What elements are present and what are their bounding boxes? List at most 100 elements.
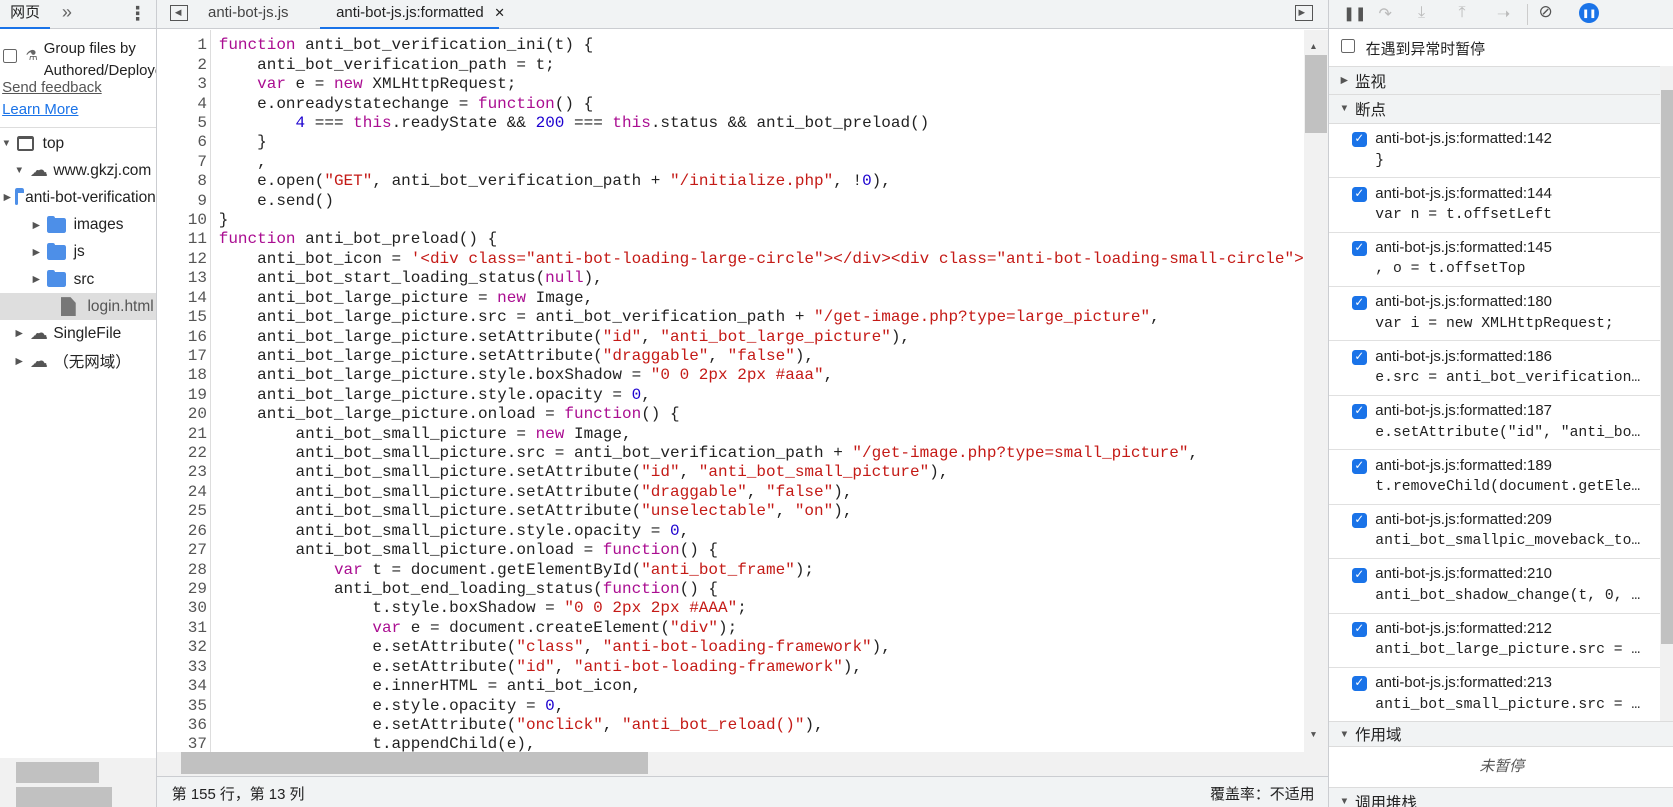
tree-item[interactable]: ▶ images (0, 212, 156, 239)
breakpoint-item[interactable]: ✓ anti-bot-js.js:formatted:142} (1329, 124, 1661, 179)
line-text: function anti_bot_verification_ini(t) { (219, 36, 593, 55)
group-files-checkbox[interactable] (3, 49, 18, 63)
scrollbar-thumb[interactable] (181, 752, 648, 774)
code-token: anti_bot_small_picture.setAttribute( (218, 482, 642, 501)
line-number: 35 (187, 696, 207, 715)
vertical-scrollbar[interactable]: ▲ ▼ (1303, 29, 1329, 753)
line-number: 29 (187, 580, 207, 598)
breakpoint-checkbox[interactable]: ✓ (1351, 622, 1367, 637)
line-text: t.style.boxShadow = "0 0 2px 2px #AAA"; (219, 599, 746, 618)
menu-icon[interactable]: ⋮ (128, 2, 147, 26)
sidebar-scrollbar[interactable] (1660, 66, 1673, 722)
breakpoint-item[interactable]: ✓ anti-bot-js.js:formatted:144 var n = t.o… (1329, 178, 1661, 233)
code-token: this (612, 113, 651, 132)
tree-item[interactable]: ▼ top (0, 130, 156, 157)
code-token: e = (285, 75, 334, 94)
close-icon[interactable]: ✕ (494, 5, 505, 20)
expand-arrow-icon[interactable]: ▶ (30, 247, 43, 258)
line-text: e.style.opacity = 0, (219, 697, 564, 716)
tab-page[interactable]: 网页 (0, 0, 51, 29)
scrollbar-thumb[interactable] (1304, 55, 1328, 134)
line-text: 4 === this.readyState && 200 === this.st… (219, 114, 930, 133)
send-feedback-link[interactable]: Send feedback (2, 79, 102, 96)
tree-item[interactable]: ▼ ☁ www.gkzj.com (0, 157, 156, 184)
pause-on-exceptions-checkbox[interactable] (1341, 39, 1355, 54)
code-content[interactable]: 1 function anti_bot_verification_ini(t) {… (157, 36, 1304, 752)
line-text: t.appendChild(e), (219, 735, 535, 752)
watch-section-header[interactable]: ▶ 监视 (1329, 66, 1661, 95)
line-text: anti_bot_small_picture.setAttribute("id"… (219, 463, 949, 482)
breakpoint-checkbox[interactable]: ✓ (1351, 404, 1367, 420)
breakpoint-checkbox[interactable]: ✓ (1351, 295, 1367, 311)
tree-item-label: js (73, 243, 85, 261)
breakpoint-checkbox[interactable]: ✓ (1351, 186, 1367, 202)
tree-item[interactable]: ▶ js (0, 239, 156, 266)
tab-anti-bot-js-formatted[interactable]: anti-bot-js.js:formatted ✕ (320, 0, 505, 29)
tab-anti-bot-js[interactable]: anti-bot-js.js (208, 4, 288, 21)
breakpoint-code: anti_bot_smallpic_moveback_to… (1375, 533, 1641, 550)
line-text: } (219, 133, 267, 152)
expand-arrow-icon[interactable]: ▶ (13, 356, 26, 367)
learn-more-link[interactable]: Learn More (2, 101, 78, 118)
breakpoint-checkbox[interactable]: ✓ (1351, 513, 1367, 529)
breakpoint-item[interactable]: ✓ anti-bot-js.js:formatted:145 , o = t.off… (1329, 233, 1661, 287)
deactivate-breakpoints-icon[interactable]: ⊘ (1539, 2, 1553, 22)
expand-arrow-icon[interactable]: ▶ (13, 328, 26, 339)
code-token: "unselectable" (641, 502, 776, 521)
breakpoint-item[interactable]: ✓ anti-bot-js.js:formatted:209 anti_bot_sm… (1329, 505, 1661, 560)
pause-icon[interactable]: ❚❚ (1343, 5, 1366, 22)
step-into-icon[interactable]: ⤓ (1418, 4, 1425, 22)
breakpoint-item[interactable]: ✓ anti-bot-js.js:formatted:213 anti_bot_sm… (1329, 668, 1661, 723)
breakpoint-item[interactable]: ✓ anti-bot-js.js:formatted:210 anti_bot_sh… (1329, 559, 1661, 614)
scrollbar-thumb[interactable] (16, 787, 113, 807)
toggle-debugger-icon[interactable]: ▶ (1295, 5, 1314, 22)
expand-arrow-icon[interactable]: ▶ (30, 274, 43, 285)
breakpoint-item[interactable]: ✓ anti-bot-js.js:formatted:212 anti_bot_la… (1329, 614, 1661, 668)
code-token: === (305, 113, 354, 132)
step-icon[interactable]: ➝ (1497, 4, 1510, 24)
breakpoint-item[interactable]: ✓ anti-bot-js.js:formatted:186 e.src = ant… (1329, 341, 1661, 396)
breakpoints-section-header[interactable]: ▼ 断点 (1329, 94, 1661, 124)
breakpoint-checkbox[interactable]: ✓ (1351, 349, 1367, 365)
expand-arrow-icon[interactable]: ▶ (30, 220, 43, 231)
code-token: t = document.getElementById( (362, 560, 642, 579)
breakpoint-checkbox[interactable]: ✓ (1351, 458, 1367, 474)
breakpoint-item[interactable]: ✓ anti-bot-js.js:formatted:180 var i = new… (1329, 287, 1661, 342)
pause-on-exceptions-icon[interactable]: ❚❚ (1579, 3, 1600, 24)
code-token: , (1188, 444, 1199, 463)
scope-section-header[interactable]: ▼ 作用域 (1329, 721, 1673, 747)
tree-item[interactable]: ▶ ☁ （无网域） (0, 348, 156, 375)
step-out-icon[interactable]: ⤒ (1459, 4, 1466, 22)
tree-item[interactable]: login.html (0, 293, 156, 321)
breakpoint-checkbox[interactable]: ✓ (1351, 567, 1367, 583)
expand-arrow-icon[interactable]: ▼ (13, 165, 26, 176)
code-token: ), (833, 502, 853, 521)
collapse-icon: ▼ (1339, 728, 1350, 740)
tree-item[interactable]: ▶ src (0, 266, 156, 293)
call-stack-section-header[interactable]: ▼ 调用堆栈 (1329, 787, 1673, 807)
more-tabs-icon[interactable]: » (62, 2, 72, 23)
scrollbar-thumb[interactable] (16, 761, 100, 784)
horizontal-scrollbar[interactable] (156, 752, 1329, 776)
expand-arrow-icon[interactable]: ▼ (0, 138, 13, 149)
toggle-navigator-icon[interactable]: ◀ (169, 5, 188, 22)
code-token: () { (679, 541, 718, 560)
code-token: new (333, 75, 363, 94)
tree-item[interactable]: ▶ ☁ SingleFile (0, 321, 156, 348)
breakpoint-checkbox[interactable]: ✓ (1351, 132, 1367, 148)
navigator-scrollbars[interactable] (0, 757, 156, 807)
line-text: e.onreadystatechange = function() { (219, 95, 593, 114)
code-token: anti_bot_large_picture.setAttribute( (218, 327, 603, 346)
breakpoint-item[interactable]: ✓ anti-bot-js.js:formatted:189 t.removeChi… (1329, 450, 1661, 505)
code-token: Image, (564, 424, 632, 443)
breakpoint-item[interactable]: ✓ anti-bot-js.js:formatted:187 e.setAttrib… (1329, 396, 1661, 451)
breakpoint-checkbox[interactable]: ✓ (1351, 241, 1367, 257)
expand-arrow-icon[interactable]: ▶ (4, 192, 11, 203)
breakpoint-code: e.setAttribute("id", "anti_bo… (1375, 424, 1641, 441)
tree-item[interactable]: ▶ anti-bot-verification (0, 185, 156, 212)
breakpoint-checkbox[interactable]: ✓ (1351, 676, 1367, 692)
line-number: 18 (187, 366, 207, 385)
scrollbar-thumb[interactable] (1661, 89, 1673, 645)
step-over-icon[interactable]: ↷ (1378, 4, 1391, 24)
editor-tabbar: ◀ anti-bot-js.js anti-bot-js.js:formatte… (156, 0, 1329, 29)
